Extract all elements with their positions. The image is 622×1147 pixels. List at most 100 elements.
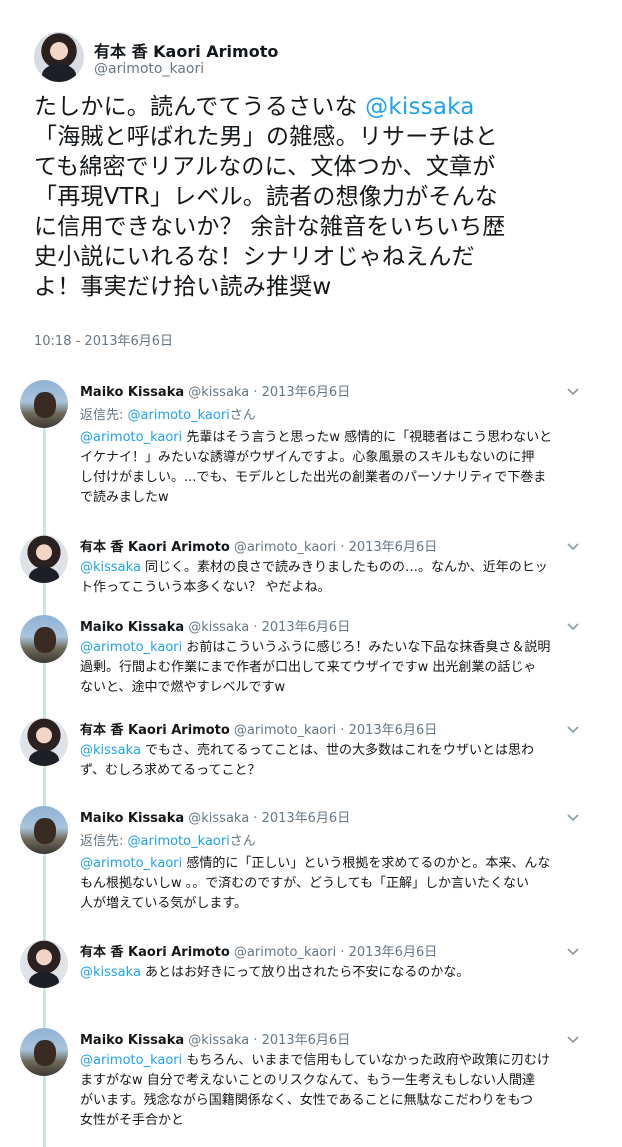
mention-link[interactable]: @arimoto_kaori (80, 1053, 182, 1068)
reply-text-line: がいます。残念ながら国籍関係なく、女性であることに無駄なこだわりをもつ (80, 1091, 600, 1111)
tweet-text-line: に信用できないか？ 余計な雑音をいちいち歴 (34, 214, 506, 240)
tweet-text-line: ても綿密でリアルなのに、文体つか、文章が (34, 154, 496, 180)
avatar[interactable] (34, 32, 84, 82)
reply-text: @kissaka あとはお好きにって放り出されたら不安になるのかな。 (80, 963, 600, 983)
reply-text-segment: ト作ってこういう本多くない？ やだよね。 (80, 580, 331, 595)
author-name[interactable]: Maiko Kissaka (80, 385, 184, 400)
mention-link[interactable]: @arimoto_kaori (128, 408, 230, 423)
reply-text-segment: イケナイ！」みたいな誘導がウザイんですよ。心象風景のスキルもないのに押 (80, 450, 535, 465)
avatar[interactable] (20, 718, 68, 766)
reply-header: 有本 香 Kaori Arimoto @arimoto_kaori · 2013… (80, 536, 437, 555)
author-name[interactable]: 有本 香 Kaori Arimoto (80, 540, 230, 555)
reply-text-segment: お前はこういうふうに感じろ！みたいな下品な抹香臭さ＆説明 (182, 640, 551, 655)
avatar[interactable] (20, 806, 68, 854)
reply-text: @kissaka でもさ、売れてるってことは、世の大多数はこれをウザいとは思わず… (80, 741, 600, 781)
reply-text-line: 過剰。行間よむ作業にまで作者が口出して来てウザイですw 出光創業の話じゃ (80, 658, 600, 678)
author-meta: @kissaka · 2013年6月6日 (188, 811, 351, 826)
reply-text-line: @arimoto_kaori もちろん、いままで信用もしていなかった政府や政策に… (80, 1051, 600, 1071)
reply-to-line: 返信先: @arimoto_kaoriさん (80, 830, 256, 849)
mention-link[interactable]: @kissaka (80, 743, 141, 758)
tweet-text-line: よ！事実だけ拾い読み推奨w (34, 274, 332, 300)
author-meta: @arimoto_kaori · 2013年6月6日 (233, 723, 438, 738)
reply-text-segment: し付けがましい。...でも、モデルとした出光の創業者のパーソナリティで下巻ま (80, 470, 547, 485)
reply-text-line: ず、むしろ求めてるってこと？ (80, 761, 600, 781)
main-tweet-header: 有本 香 Kaori Arimoto @arimoto_kaori (34, 32, 594, 84)
avatar[interactable] (20, 380, 68, 428)
reply-text-segment: あとはお好きにって放り出されたら不安になるのかな。 (140, 965, 470, 980)
author-meta: @kissaka · 2013年6月6日 (188, 620, 351, 635)
reply-to-prefix: 返信先: (80, 408, 128, 423)
reply-text-line: 人が増えている気がします。 (80, 894, 600, 914)
author-name[interactable]: Maiko Kissaka (80, 1033, 184, 1048)
reply-header: Maiko Kissaka @kissaka · 2013年6月6日 (80, 1029, 350, 1048)
reply-text-line: イケナイ！」みたいな誘導がウザイんですよ。心象風景のスキルもないのに押 (80, 448, 600, 468)
mention-link[interactable]: @arimoto_kaori (80, 640, 182, 655)
chevron-down-icon[interactable] (566, 1031, 580, 1045)
reply-text-segment: で読みましたw (80, 490, 169, 505)
reply-text-segment: ますがなw 自分で考えないことのリスクなんて、もう一生考えもしない人間達 (80, 1073, 535, 1088)
reply-to-line: 返信先: @arimoto_kaoriさん (80, 404, 256, 423)
reply-header: 有本 香 Kaori Arimoto @arimoto_kaori · 2013… (80, 941, 437, 960)
reply-text-segment: 同じく。素材の良さで読みきりましたものの…。なんか、近年のヒッ (140, 560, 548, 575)
chevron-down-icon[interactable] (566, 618, 580, 632)
tweet-text-line: 「再現VTR」レベル。読者の想像力がそんな (34, 184, 498, 210)
author-name[interactable]: Maiko Kissaka (80, 811, 184, 826)
reply-header: Maiko Kissaka @kissaka · 2013年6月6日 (80, 381, 350, 400)
mention-link[interactable]: @kissaka (80, 965, 141, 980)
author-name[interactable]: 有本 香 Kaori Arimoto (94, 38, 278, 62)
author-meta: @kissaka · 2013年6月6日 (188, 385, 351, 400)
mention-link[interactable]: @arimoto_kaori (128, 834, 230, 849)
mention-link[interactable]: @arimoto_kaori (80, 430, 182, 445)
reply-text: @arimoto_kaori 感情的に「正しい」という根拠を求めてるのかと。本来… (80, 854, 600, 914)
reply-header: 有本 香 Kaori Arimoto @arimoto_kaori · 2013… (80, 719, 437, 738)
reply-text: @arimoto_kaori もちろん、いままで信用もしていなかった政府や政策に… (80, 1051, 600, 1131)
reply-to-prefix: 返信先: (80, 834, 128, 849)
mention-link[interactable]: @kissaka (80, 560, 141, 575)
author-meta: @kissaka · 2013年6月6日 (188, 1033, 351, 1048)
reply-text: @arimoto_kaori お前はこういうふうに感じろ！みたいな下品な抹香臭さ… (80, 638, 600, 698)
tweet-text-line: たしかに。読んでてうるさいな @kissaka (34, 92, 594, 122)
reply-text: @kissaka 同じく。素材の良さで読みきりましたものの…。なんか、近年のヒッ… (80, 558, 600, 598)
reply-to-suffix: さん (229, 408, 256, 423)
reply-text-line: ますがなw 自分で考えないことのリスクなんて、もう一生考えもしない人間達 (80, 1071, 600, 1091)
tweet-text-line: 史小説にいれるな！シナリオじゃねえんだ (34, 244, 475, 270)
reply-text-line: で読みましたw (80, 488, 600, 508)
author-meta: @arimoto_kaori · 2013年6月6日 (233, 540, 438, 555)
reply-text-line: @arimoto_kaori 先輩はそう言うと思ったw 感情的に「視聴者はこう思… (80, 428, 600, 448)
chevron-down-icon[interactable] (566, 943, 580, 957)
reply-text-segment: がいます。残念ながら国籍関係なく、女性であることに無駄なこだわりをもつ (80, 1093, 534, 1108)
reply-text-segment: ず、むしろ求めてるってこと？ (80, 763, 261, 778)
tweet-timestamp[interactable]: 10:18 - 2013年6月6日 (34, 330, 173, 349)
avatar[interactable] (20, 1028, 68, 1076)
reply-text-line: 女性がそ手合かと (80, 1111, 600, 1131)
reply-text-segment: もん根拠ないしw 。。で済むのですが、どうしても「正解」しか言いたくない (80, 876, 529, 891)
reply-text: @arimoto_kaori 先輩はそう言うと思ったw 感情的に「視聴者はこう思… (80, 428, 600, 508)
chevron-down-icon[interactable] (566, 538, 580, 552)
avatar[interactable] (20, 615, 68, 663)
author-name[interactable]: 有本 香 Kaori Arimoto (80, 723, 230, 738)
chevron-down-icon[interactable] (566, 383, 580, 397)
author-meta: @arimoto_kaori · 2013年6月6日 (233, 945, 438, 960)
mention-link[interactable]: @kissaka (365, 94, 474, 120)
avatar[interactable] (20, 940, 68, 988)
reply-text-line: ト作ってこういう本多くない？ やだよね。 (80, 578, 600, 598)
reply-text-line: もん根拠ないしw 。。で済むのですが、どうしても「正解」しか言いたくない (80, 874, 600, 894)
reply-text-line: @kissaka あとはお好きにって放り出されたら不安になるのかな。 (80, 963, 600, 983)
reply-text-line: ないと、途中で燃やすレベルですw (80, 678, 600, 698)
reply-text-line: @kissaka でもさ、売れてるってことは、世の大多数はこれをウザいとは思わ (80, 741, 600, 761)
reply-header: Maiko Kissaka @kissaka · 2013年6月6日 (80, 616, 350, 635)
author-name[interactable]: 有本 香 Kaori Arimoto (80, 945, 230, 960)
avatar[interactable] (20, 535, 68, 583)
reply-text-line: し付けがましい。...でも、モデルとした出光の創業者のパーソナリティで下巻ま (80, 468, 600, 488)
tweet-text-line: 「海賊と呼ばれた男」の雑感。リサーチはと (34, 124, 498, 150)
reply-text-segment: 感情的に「正しい」という根拠を求めてるのかと。本来、んな (182, 856, 551, 871)
reply-header: Maiko Kissaka @kissaka · 2013年6月6日 (80, 807, 350, 826)
mention-link[interactable]: @arimoto_kaori (80, 856, 182, 871)
tweet-text: たしかに。読んでてうるさいな @kissaka 「海賊と呼ばれた男」の雑感。リサ… (34, 92, 594, 302)
author-name[interactable]: Maiko Kissaka (80, 620, 184, 635)
chevron-down-icon[interactable] (566, 721, 580, 735)
chevron-down-icon[interactable] (566, 809, 580, 823)
author-handle[interactable]: @arimoto_kaori (94, 61, 204, 77)
reply-to-suffix: さん (229, 834, 256, 849)
tweet-text-segment: たしかに。読んでてうるさいな (34, 94, 366, 120)
